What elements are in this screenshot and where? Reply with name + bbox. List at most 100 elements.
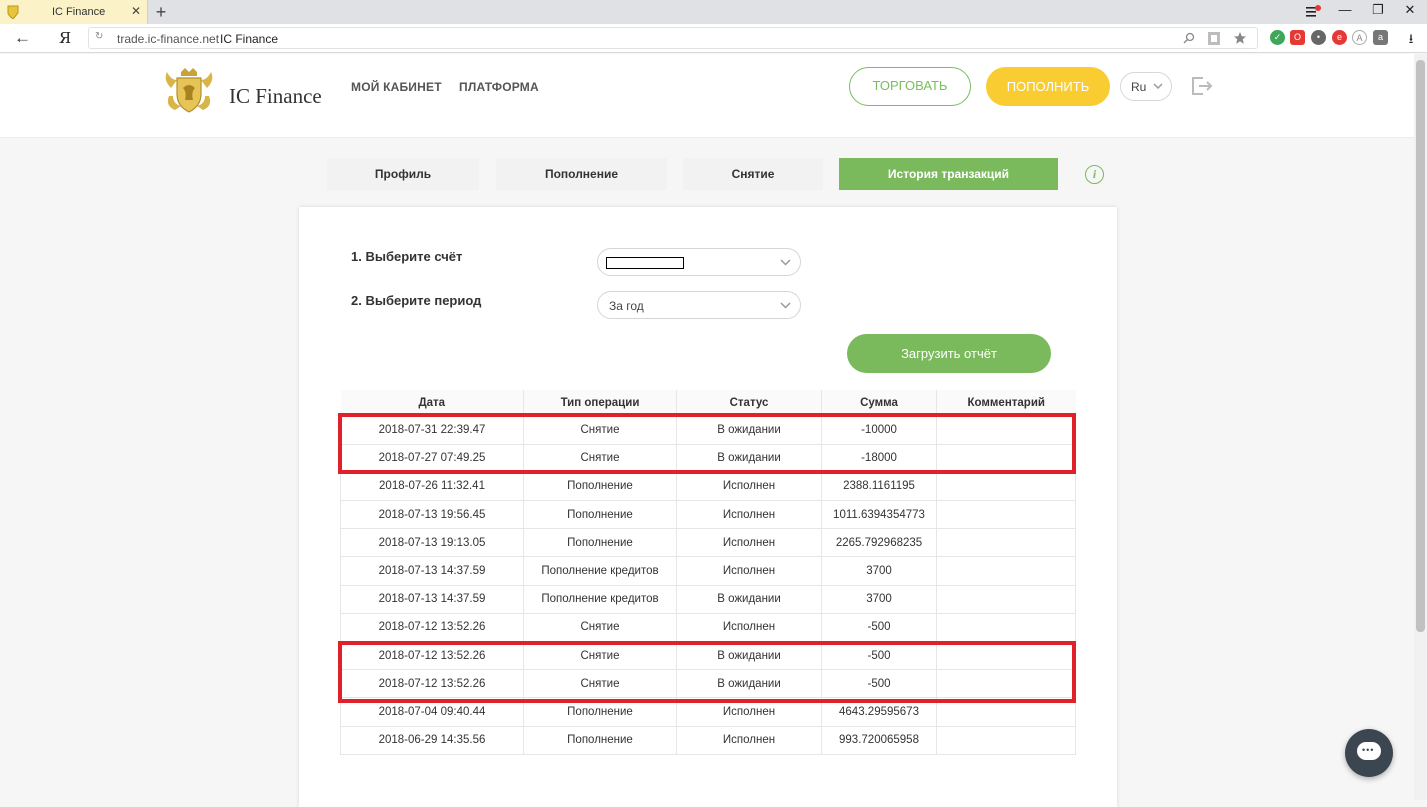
cell-type: Пополнение (523, 697, 677, 727)
cell-comment (936, 443, 1076, 473)
browser-menu-icon[interactable] (1305, 5, 1321, 19)
cell-status: Исполнен (676, 697, 822, 727)
table-row: 2018-07-12 13:52.26 Снятие В ожидании -500 (340, 640, 1076, 671)
language-select[interactable]: Ru (1120, 72, 1172, 101)
cell-amount: 2265.792968235 (821, 528, 937, 558)
cell-type: Пополнение (523, 528, 677, 558)
reader-mode-icon[interactable] (1207, 31, 1221, 46)
cell-comment (936, 471, 1076, 502)
back-button[interactable]: ← (14, 28, 31, 48)
cell-amount: 3700 (821, 556, 937, 586)
close-window-button[interactable]: ✕ (1402, 2, 1418, 18)
account-extension-icon[interactable]: A (1352, 30, 1367, 45)
tab-title: IC Finance (52, 6, 106, 18)
site-header: IC Finance МОЙ КАБИНЕТ ПЛАТФОРМА ТОРГОВА… (0, 54, 1414, 138)
yandex-button[interactable]: Я (59, 29, 71, 47)
cell-amount: -10000 (821, 415, 937, 445)
vpn-extension-icon[interactable]: • (1311, 30, 1326, 45)
cell-amount: 993.720065958 (821, 725, 937, 755)
minimize-button[interactable]: — (1337, 2, 1353, 17)
download-report-button[interactable]: Загрузить отчёт (847, 334, 1051, 373)
cell-amount: 4643.29595673 (821, 697, 937, 727)
column-header-status[interactable]: Статус (676, 390, 822, 417)
tab-withdrawal[interactable]: Снятие (683, 158, 823, 190)
logout-icon[interactable] (1191, 74, 1213, 98)
transactions-table: Дата Тип операции Статус Сумма Комментар… (340, 390, 1076, 755)
tab-transaction-history[interactable]: История транзакций (839, 158, 1058, 190)
tab-deposit[interactable]: Пополнение (496, 158, 667, 190)
chat-widget-button[interactable]: ••• (1345, 729, 1393, 777)
ic-finance-logo-icon[interactable] (161, 66, 217, 116)
cell-status: В ожидании (676, 640, 822, 671)
evernote-extension-icon[interactable]: e (1332, 30, 1347, 45)
cell-comment (936, 640, 1076, 671)
table-row: 2018-07-12 13:52.26 Снятие В ожидании -500 (340, 669, 1076, 699)
logo-text[interactable]: IC Finance (229, 84, 322, 109)
cell-status: Исполнен (676, 528, 822, 558)
period-select[interactable]: За год (597, 291, 801, 319)
cell-date: 2018-07-12 13:52.26 (340, 669, 524, 699)
cell-status: Исполнен (676, 556, 822, 586)
table-row: 2018-06-29 14:35.56 Пополнение Исполнен 993… (340, 725, 1076, 755)
clipboard-extension-icon[interactable]: a (1373, 30, 1388, 45)
site-favicon-icon (7, 5, 19, 19)
table-row: 2018-07-13 14:37.59 Пополнение кредитов Ис… (340, 556, 1076, 586)
cell-status: Исполнен (676, 471, 822, 502)
cell-type: Снятие (523, 415, 677, 445)
table-row: 2018-07-31 22:39.47 Снятие В ожидании -1000… (340, 415, 1076, 445)
cell-type: Снятие (523, 669, 677, 699)
reload-icon[interactable]: ↻ (95, 31, 103, 42)
scrollbar-thumb[interactable] (1416, 60, 1425, 632)
address-bar: ← Я ↻ trade.ic-finance.net IC Finance ✓ … (0, 24, 1427, 53)
cell-comment (936, 612, 1076, 643)
cell-type: Пополнение кредитов (523, 584, 677, 614)
cell-date: 2018-06-29 14:35.56 (340, 725, 524, 755)
info-icon[interactable]: i (1085, 165, 1104, 184)
cell-status: Исполнен (676, 612, 822, 643)
chevron-down-icon (780, 302, 791, 309)
cell-type: Пополнение кредитов (523, 556, 677, 586)
table-row: 2018-07-13 19:13.05 Пополнение Исполнен 226… (340, 528, 1076, 558)
cell-amount: -500 (821, 669, 937, 699)
deposit-button[interactable]: ПОПОЛНИТЬ (986, 67, 1110, 106)
opera-extension-icon[interactable]: O (1290, 30, 1305, 45)
restore-button[interactable]: ❐ (1370, 2, 1386, 18)
column-header-date[interactable]: Дата (340, 390, 524, 417)
cell-comment (936, 669, 1076, 699)
cell-status: Исполнен (676, 725, 822, 755)
cell-type: Снятие (523, 443, 677, 473)
tab-close-icon[interactable]: ✕ (131, 4, 141, 18)
search-zoom-icon[interactable] (1183, 32, 1195, 44)
nav-platform[interactable]: ПЛАТФОРМА (459, 80, 539, 94)
bookmark-star-icon[interactable] (1233, 31, 1247, 45)
account-select[interactable] (597, 248, 801, 276)
language-value: Ru (1131, 80, 1147, 94)
table-body: 2018-07-31 22:39.47 Снятие В ожидании -1000… (340, 415, 1076, 755)
tab-profile[interactable]: Профиль (327, 158, 479, 190)
cell-date: 2018-07-27 07:49.25 (340, 443, 524, 473)
new-tab-button[interactable]: + (153, 1, 169, 23)
cell-amount: -18000 (821, 443, 937, 473)
cell-comment (936, 556, 1076, 586)
column-header-type[interactable]: Тип операции (523, 390, 677, 417)
adguard-extension-icon[interactable]: ✓ (1270, 30, 1285, 45)
downloads-icon[interactable]: ⭳ (1403, 30, 1419, 52)
nav-my-cabinet[interactable]: МОЙ КАБИНЕТ (351, 80, 442, 94)
cell-comment (936, 725, 1076, 755)
cell-status: В ожидании (676, 415, 822, 445)
cell-type: Пополнение (523, 500, 677, 530)
cell-date: 2018-07-13 19:56.45 (340, 500, 524, 530)
cell-comment (936, 415, 1076, 445)
table-row: 2018-07-12 13:52.26 Снятие Исполнен -500 (340, 612, 1076, 643)
table-row: 2018-07-26 11:32.41 Пополнение Исполнен 238… (340, 471, 1076, 502)
cell-status: В ожидании (676, 443, 822, 473)
account-label: 1. Выберите счёт (351, 249, 463, 264)
page-scrollbar[interactable] (1414, 54, 1427, 800)
cell-comment (936, 528, 1076, 558)
column-header-amount[interactable]: Сумма (821, 390, 937, 417)
trade-button[interactable]: ТОРГОВАТЬ (849, 67, 971, 106)
cell-date: 2018-07-13 14:37.59 (340, 584, 524, 614)
url-field[interactable]: ↻ trade.ic-finance.net IC Finance (88, 27, 1258, 49)
browser-tab[interactable]: IC Finance ✕ (0, 0, 148, 24)
column-header-comment[interactable]: Комментарий (936, 390, 1076, 417)
